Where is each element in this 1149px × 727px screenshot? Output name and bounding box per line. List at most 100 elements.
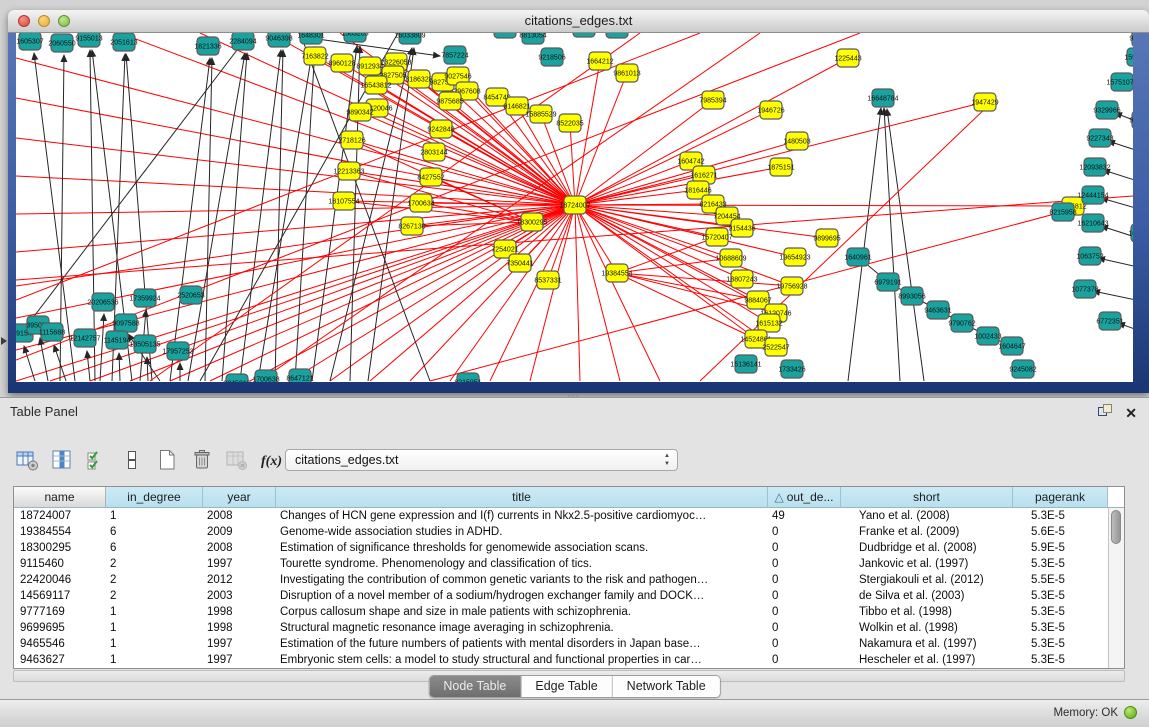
table-row[interactable]: 946554611997Estimation of the future num…	[14, 636, 1124, 652]
delete-table-icon[interactable]	[224, 447, 250, 473]
graph-node[interactable]	[300, 33, 322, 44]
graph-node[interactable]	[974, 93, 996, 111]
graph-node[interactable]	[92, 293, 114, 311]
citation-graph[interactable]: 1605307206055091550132051613182133622840…	[16, 33, 1133, 382]
graph-node[interactable]	[106, 331, 128, 349]
float-panel-icon[interactable]	[1097, 403, 1113, 422]
graph-node[interactable]	[331, 54, 353, 72]
graph-node[interactable]	[1082, 186, 1104, 204]
graph-node[interactable]	[408, 70, 430, 88]
table-row[interactable]: 977716911998Corpus callosum shape and si…	[14, 604, 1124, 620]
function-builder-icon[interactable]: f(x)	[259, 447, 285, 473]
graph-node[interactable]	[134, 289, 156, 307]
table-row[interactable]: 1830029562008Estimation of significance …	[14, 540, 1124, 556]
graph-node[interactable]	[1084, 158, 1106, 176]
column-stack-icon[interactable]	[119, 447, 145, 473]
graph-node[interactable]	[349, 103, 371, 121]
graph-node[interactable]	[359, 57, 381, 75]
vertical-scrollbar-thumb[interactable]	[1111, 510, 1121, 544]
graph-node[interactable]	[439, 92, 461, 110]
column-header-name[interactable]: name	[14, 487, 106, 507]
table-row[interactable]: 1456911722003Disruption of a novel membe…	[14, 588, 1124, 604]
graph-node[interactable]	[1111, 73, 1133, 91]
table-mode-icon[interactable]	[14, 447, 40, 473]
graph-node[interactable]	[232, 33, 254, 50]
graph-node[interactable]	[113, 33, 135, 51]
graph-node[interactable]	[289, 369, 311, 382]
graph-node[interactable]	[506, 97, 528, 115]
graph-node[interactable]	[401, 217, 423, 235]
graph-node[interactable]	[564, 196, 586, 214]
graph-node[interactable]	[509, 254, 531, 272]
graph-node[interactable]	[115, 314, 137, 332]
graph-node[interactable]	[51, 34, 73, 52]
graph-node[interactable]	[420, 168, 442, 186]
graph-node[interactable]	[78, 33, 100, 47]
graph-node[interactable]	[365, 76, 387, 94]
graph-node[interactable]	[410, 194, 432, 212]
graph-node[interactable]	[1131, 224, 1133, 242]
graph-node[interactable]	[559, 114, 581, 132]
graph-node[interactable]	[745, 330, 767, 348]
graph-node[interactable]	[784, 248, 806, 266]
graph-node[interactable]	[1082, 214, 1104, 232]
tab-edge-table[interactable]: Edge Table	[521, 676, 612, 697]
graph-node[interactable]	[226, 374, 248, 382]
graph-node[interactable]	[494, 33, 516, 38]
graph-node[interactable]	[167, 342, 189, 360]
graph-node[interactable]	[977, 327, 999, 345]
graph-node[interactable]	[341, 131, 363, 149]
graph-node[interactable]	[134, 335, 156, 353]
graph-node[interactable]	[872, 89, 894, 107]
network-canvas[interactable]: 1605307206055091550132051613182133622840…	[16, 33, 1133, 382]
vertical-scrollbar[interactable]	[1108, 508, 1124, 668]
graph-node[interactable]	[720, 249, 742, 267]
graph-node[interactable]	[758, 314, 780, 332]
graph-node[interactable]	[731, 219, 753, 237]
graph-node[interactable]	[781, 277, 803, 295]
graph-node[interactable]	[606, 33, 628, 38]
graph-node[interactable]	[901, 287, 923, 305]
graph-node[interactable]	[1012, 360, 1034, 378]
graph-node[interactable]	[770, 158, 792, 176]
graph-node[interactable]	[333, 192, 355, 210]
column-header-year[interactable]: year	[203, 487, 276, 507]
tab-network-table[interactable]: Network Table	[613, 676, 720, 697]
graph-node[interactable]	[1132, 111, 1133, 129]
graph-node[interactable]	[1089, 129, 1111, 147]
graph-node[interactable]	[180, 286, 202, 304]
delete-column-icon[interactable]	[189, 447, 215, 473]
graph-node[interactable]	[847, 248, 869, 266]
show-columns-icon[interactable]	[49, 447, 75, 473]
graph-node[interactable]	[338, 162, 360, 180]
graph-node[interactable]	[268, 33, 290, 47]
table-selector[interactable]: citations_edges.txt ▲▼	[285, 449, 678, 471]
graph-node[interactable]	[486, 88, 508, 106]
panel-collapse-arrow-icon[interactable]	[1, 337, 7, 345]
close-panel-icon[interactable]: ✕	[1125, 406, 1137, 420]
table-row[interactable]: 1938455462009Genome-wide association stu…	[14, 524, 1124, 540]
graph-node[interactable]	[430, 120, 452, 138]
column-header-in_degree[interactable]: in_degree	[106, 487, 203, 507]
graph-node[interactable]	[530, 105, 552, 123]
window-titlebar[interactable]: citations_edges.txt	[8, 10, 1149, 33]
graph-node[interactable]	[1099, 312, 1121, 330]
graph-node[interactable]	[1132, 33, 1133, 47]
graph-node[interactable]	[616, 64, 638, 82]
graph-node[interactable]	[731, 270, 753, 288]
graph-node[interactable]	[41, 323, 63, 341]
graph-node[interactable]	[1001, 337, 1023, 355]
graph-node[interactable]	[706, 228, 728, 246]
graph-node[interactable]	[781, 360, 803, 378]
graph-node[interactable]	[423, 143, 445, 161]
graph-node[interactable]	[1127, 48, 1133, 66]
column-header-pagerank[interactable]: pagerank	[1013, 487, 1108, 507]
graph-node[interactable]	[589, 52, 611, 70]
graph-node[interactable]	[19, 33, 41, 50]
table-row[interactable]: 946362711997Embryonic stem cells: a mode…	[14, 652, 1124, 668]
memory-status-icon[interactable]	[1124, 706, 1137, 719]
graph-node[interactable]	[702, 91, 724, 109]
graph-node[interactable]	[197, 37, 219, 55]
graph-node[interactable]	[573, 33, 595, 37]
graph-node[interactable]	[877, 273, 899, 291]
